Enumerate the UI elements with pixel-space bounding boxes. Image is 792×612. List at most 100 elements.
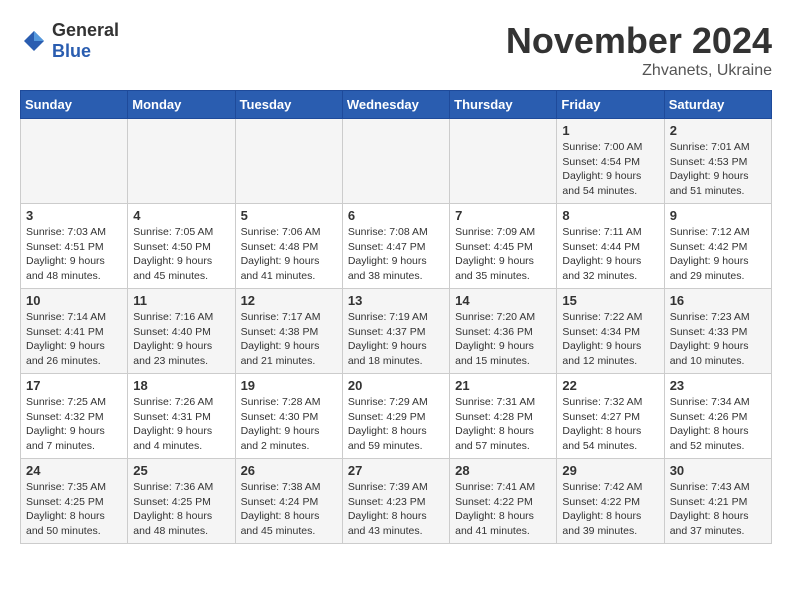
day-info: Sunrise: 7:00 AM	[562, 140, 658, 155]
logo-blue-text: Blue	[52, 41, 91, 61]
day-info: Daylight: 8 hours and 48 minutes.	[133, 509, 229, 538]
day-info: Daylight: 8 hours and 50 minutes.	[26, 509, 122, 538]
day-info: Sunset: 4:48 PM	[241, 240, 337, 255]
day-info: Sunrise: 7:36 AM	[133, 480, 229, 495]
day-info: Sunset: 4:37 PM	[348, 325, 444, 340]
day-number: 22	[562, 378, 658, 393]
day-info: Sunset: 4:38 PM	[241, 325, 337, 340]
day-number: 14	[455, 293, 551, 308]
day-info: Daylight: 9 hours and 51 minutes.	[670, 169, 766, 198]
day-info: Sunrise: 7:23 AM	[670, 310, 766, 325]
day-info: Sunrise: 7:29 AM	[348, 395, 444, 410]
calendar-cell: 12Sunrise: 7:17 AMSunset: 4:38 PMDayligh…	[235, 289, 342, 374]
day-info: Sunset: 4:44 PM	[562, 240, 658, 255]
day-info: Sunset: 4:30 PM	[241, 410, 337, 425]
day-info: Daylight: 9 hours and 15 minutes.	[455, 339, 551, 368]
day-info: Daylight: 8 hours and 59 minutes.	[348, 424, 444, 453]
day-of-week-header: Tuesday	[235, 91, 342, 119]
day-of-week-header: Friday	[557, 91, 664, 119]
day-info: Daylight: 9 hours and 48 minutes.	[26, 254, 122, 283]
calendar-cell: 10Sunrise: 7:14 AMSunset: 4:41 PMDayligh…	[21, 289, 128, 374]
day-info: Sunrise: 7:03 AM	[26, 225, 122, 240]
day-number: 2	[670, 123, 766, 138]
calendar-table: SundayMondayTuesdayWednesdayThursdayFrid…	[20, 90, 772, 544]
calendar-cell: 4Sunrise: 7:05 AMSunset: 4:50 PMDaylight…	[128, 204, 235, 289]
calendar-cell	[21, 119, 128, 204]
day-info: Sunset: 4:33 PM	[670, 325, 766, 340]
calendar-cell: 18Sunrise: 7:26 AMSunset: 4:31 PMDayligh…	[128, 374, 235, 459]
day-info: Sunrise: 7:01 AM	[670, 140, 766, 155]
day-info: Sunrise: 7:08 AM	[348, 225, 444, 240]
day-info: Sunrise: 7:06 AM	[241, 225, 337, 240]
month-title: November 2024	[506, 20, 772, 62]
calendar-cell: 7Sunrise: 7:09 AMSunset: 4:45 PMDaylight…	[450, 204, 557, 289]
day-info: Daylight: 9 hours and 23 minutes.	[133, 339, 229, 368]
calendar-cell: 21Sunrise: 7:31 AMSunset: 4:28 PMDayligh…	[450, 374, 557, 459]
day-info: Sunset: 4:25 PM	[26, 495, 122, 510]
title-section: November 2024 Zhvanets, Ukraine	[506, 20, 772, 80]
day-info: Daylight: 8 hours and 57 minutes.	[455, 424, 551, 453]
day-info: Sunset: 4:51 PM	[26, 240, 122, 255]
day-info: Sunrise: 7:26 AM	[133, 395, 229, 410]
day-number: 9	[670, 208, 766, 223]
calendar-cell: 13Sunrise: 7:19 AMSunset: 4:37 PMDayligh…	[342, 289, 449, 374]
day-of-week-header: Monday	[128, 91, 235, 119]
day-info: Daylight: 8 hours and 37 minutes.	[670, 509, 766, 538]
calendar-week-row: 10 Sunrise: 7:14 AMSunset: 4:41 PM Dayligh…	[21, 289, 772, 374]
day-number: 30	[670, 463, 766, 478]
day-info: Sunrise: 7:39 AM	[348, 480, 444, 495]
day-of-week-header: Thursday	[450, 91, 557, 119]
day-number: 11	[133, 293, 229, 308]
calendar-cell	[235, 119, 342, 204]
location-text: Zhvanets, Ukraine	[506, 62, 772, 80]
day-number: 3	[26, 208, 122, 223]
day-info: Sunrise: 7:11 AM	[562, 225, 658, 240]
day-info: Sunset: 4:25 PM	[133, 495, 229, 510]
day-info: Sunrise: 7:25 AM	[26, 395, 122, 410]
day-number: 27	[348, 463, 444, 478]
day-number: 15	[562, 293, 658, 308]
day-info: Sunset: 4:47 PM	[348, 240, 444, 255]
day-info: Sunset: 4:54 PM	[562, 155, 658, 170]
day-of-week-header: Sunday	[21, 91, 128, 119]
day-info: Daylight: 9 hours and 12 minutes.	[562, 339, 658, 368]
day-info: Sunrise: 7:12 AM	[670, 225, 766, 240]
day-number: 8	[562, 208, 658, 223]
day-info: Sunrise: 7:14 AM	[26, 310, 122, 325]
day-info: Daylight: 8 hours and 41 minutes.	[455, 509, 551, 538]
calendar-cell	[128, 119, 235, 204]
day-info: Sunset: 4:22 PM	[562, 495, 658, 510]
day-info: Sunset: 4:53 PM	[670, 155, 766, 170]
day-number: 13	[348, 293, 444, 308]
day-number: 18	[133, 378, 229, 393]
day-of-week-header: Saturday	[664, 91, 771, 119]
day-info: Daylight: 8 hours and 54 minutes.	[562, 424, 658, 453]
calendar-cell: 1Sunrise: 7:00 AMSunset: 4:54 PMDaylight…	[557, 119, 664, 204]
calendar-cell: 5Sunrise: 7:06 AMSunset: 4:48 PMDaylight…	[235, 204, 342, 289]
day-info: Sunset: 4:27 PM	[562, 410, 658, 425]
calendar-cell: 14Sunrise: 7:20 AMSunset: 4:36 PMDayligh…	[450, 289, 557, 374]
calendar-cell: 23Sunrise: 7:34 AMSunset: 4:26 PMDayligh…	[664, 374, 771, 459]
calendar-cell: 3 Sunrise: 7:03 AMSunset: 4:51 PMDaylight…	[21, 204, 128, 289]
day-number: 24	[26, 463, 122, 478]
day-info: Sunrise: 7:16 AM	[133, 310, 229, 325]
calendar-cell: 2 Sunrise: 7:01 AMSunset: 4:53 PMDaylight…	[664, 119, 771, 204]
day-info: Sunrise: 7:19 AM	[348, 310, 444, 325]
day-info: Sunrise: 7:22 AM	[562, 310, 658, 325]
day-info: Sunrise: 7:35 AM	[26, 480, 122, 495]
calendar-cell	[342, 119, 449, 204]
calendar-cell: 29Sunrise: 7:42 AMSunset: 4:22 PMDayligh…	[557, 459, 664, 544]
calendar-cell: 26Sunrise: 7:38 AMSunset: 4:24 PMDayligh…	[235, 459, 342, 544]
calendar-cell: 30Sunrise: 7:43 AMSunset: 4:21 PMDayligh…	[664, 459, 771, 544]
day-info: Daylight: 9 hours and 41 minutes.	[241, 254, 337, 283]
day-info: Sunrise: 7:32 AM	[562, 395, 658, 410]
day-number: 1	[562, 123, 658, 138]
day-info: Sunset: 4:41 PM	[26, 325, 122, 340]
day-info: Sunset: 4:34 PM	[562, 325, 658, 340]
day-info: Sunrise: 7:38 AM	[241, 480, 337, 495]
calendar-week-row: 24Sunrise: 7:35 AMSunset: 4:25 PMDayligh…	[21, 459, 772, 544]
day-number: 10	[26, 293, 122, 308]
day-number: 26	[241, 463, 337, 478]
day-info: Daylight: 9 hours and 10 minutes.	[670, 339, 766, 368]
calendar-cell	[450, 119, 557, 204]
